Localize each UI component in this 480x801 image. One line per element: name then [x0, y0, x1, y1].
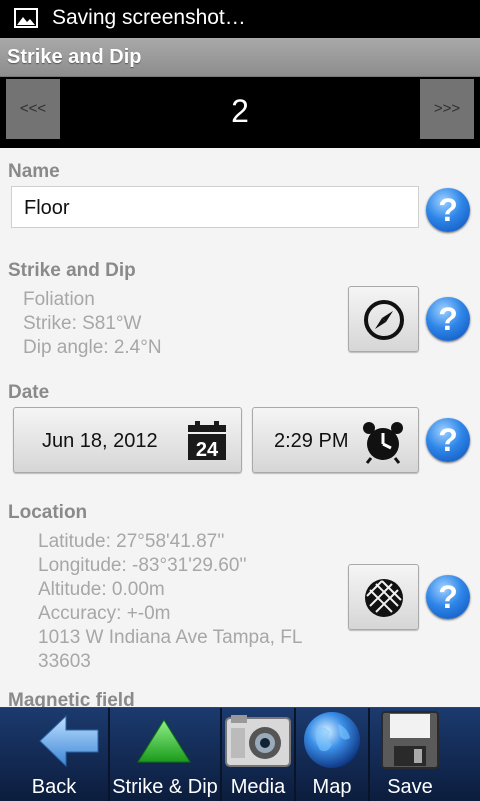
map-button[interactable]: Map [296, 708, 368, 801]
strike-value: Strike: S81°W [23, 313, 142, 334]
name-help-icon[interactable]: ? [426, 188, 470, 232]
back-label: Back [31, 776, 77, 798]
latitude-value: Latitude: 27°58'41.87'' [38, 531, 225, 552]
date-value: Jun 18, 2012 [42, 430, 158, 452]
strike-dip-info: Foliation Strike: S81°W Dip angle: 2.4°N [23, 288, 162, 360]
map-label: Map [312, 776, 352, 798]
strike-dip-tab-label: Strike & Dip [112, 776, 218, 798]
save-label: Save [387, 776, 433, 798]
name-field[interactable]: Floor [11, 186, 419, 228]
get-location-button[interactable] [348, 564, 419, 630]
record-number: 2 [231, 93, 249, 129]
back-button[interactable]: Back [0, 708, 108, 801]
camera-icon [225, 715, 291, 767]
date-button[interactable]: Jun 18, 2012 24 [13, 407, 242, 473]
dip-angle-value: Dip angle: 2.4°N [23, 337, 162, 358]
strike-dip-tab-button[interactable]: Strike & Dip [110, 708, 220, 801]
strike-dip-label: Strike and Dip [8, 260, 136, 281]
date-help-icon[interactable]: ? [426, 418, 470, 462]
record-pager: <<< 2 >>> [0, 77, 480, 148]
image-icon [14, 8, 38, 28]
calendar-icon: 24 [188, 421, 226, 461]
title-bar: Strike and Dip [0, 38, 480, 77]
time-button[interactable]: 2:29 PM [252, 407, 419, 473]
save-button[interactable]: Save [370, 708, 480, 801]
date-label: Date [8, 382, 50, 403]
location-label: Location [8, 502, 88, 523]
media-button[interactable]: Media [222, 708, 294, 801]
globe-icon [304, 712, 360, 768]
globe-grid-icon [365, 579, 403, 617]
media-label: Media [230, 776, 286, 798]
compass-icon [364, 300, 404, 340]
location-help-icon[interactable]: ? [426, 575, 470, 619]
floppy-disk-icon [381, 711, 439, 769]
address-line-2: 33603 [38, 651, 91, 672]
accuracy-value: Accuracy: +-0m [38, 603, 171, 624]
strike-dip-help-icon[interactable]: ? [426, 297, 470, 341]
structure-type: Foliation [23, 289, 95, 310]
status-bar: Saving screenshot… [0, 0, 480, 38]
address-line-1: 1013 W Indiana Ave Tampa, FL [38, 627, 303, 648]
calendar-day: 24 [196, 439, 219, 461]
next-record-button[interactable]: >>> [420, 79, 474, 139]
bottom-toolbar: Back Strike & Dip Media Map Save [0, 707, 480, 801]
triangle-icon [137, 719, 191, 763]
status-text: Saving screenshot… [52, 6, 246, 29]
time-value: 2:29 PM [274, 430, 349, 452]
location-info: Latitude: 27°58'41.87'' Longitude: -83°3… [38, 530, 302, 674]
longitude-value: Longitude: -83°31'29.60'' [38, 555, 247, 576]
name-label: Name [8, 161, 60, 182]
measure-strike-button[interactable] [348, 286, 419, 352]
altitude-value: Altitude: 0.00m [38, 579, 165, 600]
page-title: Strike and Dip [7, 46, 142, 68]
alarm-clock-icon [363, 422, 403, 464]
back-arrow-icon [39, 714, 99, 768]
